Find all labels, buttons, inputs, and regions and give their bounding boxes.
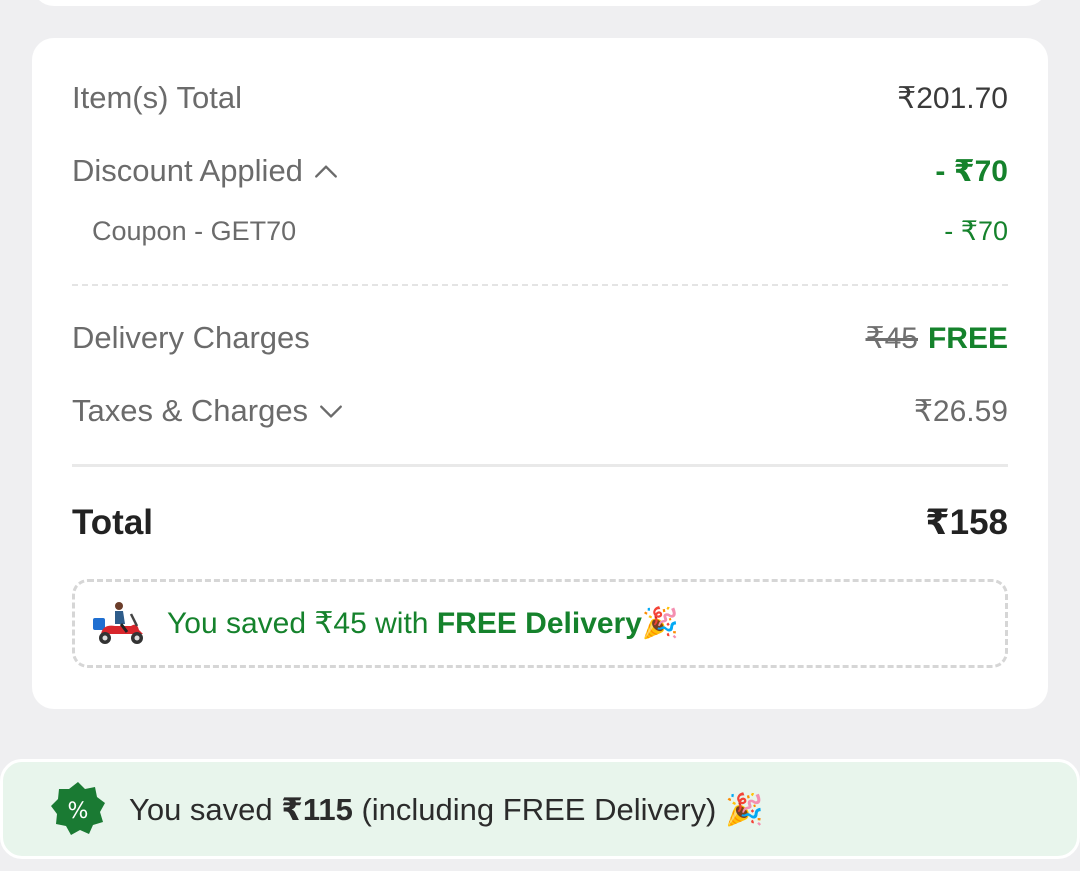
coupon-row: Coupon - GET70 - ₹70 [72,216,1008,247]
total-divider [72,464,1008,467]
delivery-savings-banner: You saved ₹45 with FREE Delivery🎉 [72,579,1008,668]
coupon-label: Coupon - GET70 [92,216,297,246]
total-value: ₹158 [925,503,1008,542]
party-popper-icon: 🎉 [724,791,764,827]
items-total-value: ₹201.70 [897,81,1008,115]
delivery-charges-label: Delivery Charges [72,320,310,355]
items-total-row: Item(s) Total ₹201.70 [72,80,1008,116]
total-savings-suffix: (including FREE Delivery) [352,791,725,827]
dashed-divider [72,284,1008,286]
previous-card-edge [32,0,1048,6]
delivery-savings-text: You saved ₹45 with [167,607,437,640]
chevron-up-icon [314,165,337,178]
total-row: Total ₹158 [72,503,1008,543]
total-savings-prefix: You saved [129,791,282,827]
party-popper-icon: 🎉 [641,607,680,640]
taxes-row[interactable]: Taxes & Charges ₹26.59 [72,393,1008,429]
total-savings-bar: % You saved ₹115 (including FREE Deliver… [0,759,1080,859]
discount-row[interactable]: Discount Applied - ₹70 [72,153,1008,189]
total-label: Total [72,503,154,542]
chevron-down-icon [320,405,343,418]
delivery-free-value: FREE [927,321,1008,355]
coupon-value: - ₹70 [944,216,1008,246]
free-delivery-highlight: FREE Delivery [436,607,642,640]
taxes-value: ₹26.59 [913,394,1008,428]
bill-details-card: Item(s) Total ₹201.70 Discount Applied -… [32,38,1048,709]
discount-toggle[interactable]: Discount Applied [72,153,339,189]
discount-label: Discount Applied [72,153,303,188]
taxes-toggle[interactable]: Taxes & Charges [72,393,344,429]
total-savings-amount: ₹115 [281,791,353,827]
percent-badge-icon: % [51,782,105,835]
discount-value: - ₹70 [935,154,1008,188]
items-total-label: Item(s) Total [72,80,242,115]
delivery-original-price: ₹45 [865,321,918,355]
badge-symbol: % [68,799,89,824]
delivery-scooter-icon [93,601,143,644]
taxes-label: Taxes & Charges [72,393,309,428]
delivery-charges-row: Delivery Charges ₹45 FREE [72,320,1008,356]
